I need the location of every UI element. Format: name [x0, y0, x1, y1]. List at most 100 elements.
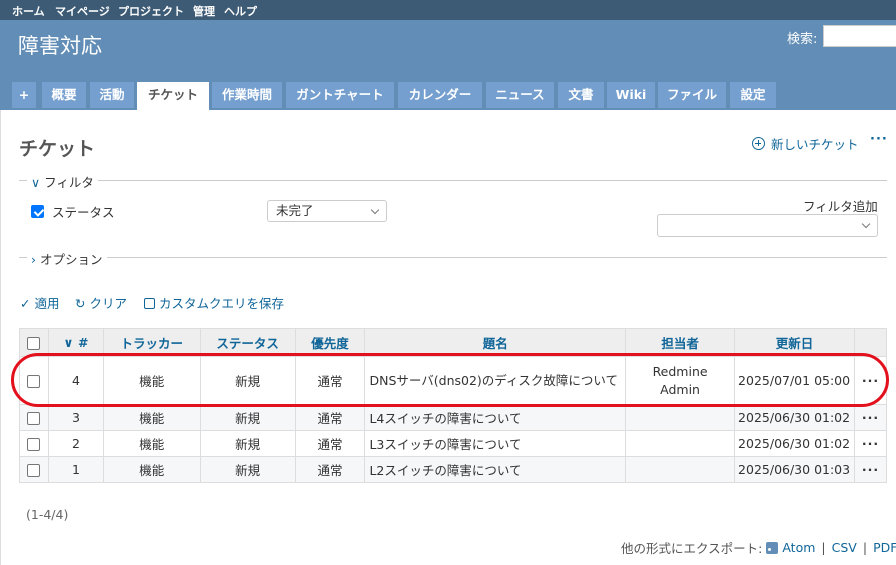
header-id[interactable]: ∨ #: [47, 328, 104, 357]
export-links: 他の形式にエクスポート: Atom | CSV | PDF: [621, 538, 896, 557]
row-more-icon[interactable]: ···: [853, 456, 888, 483]
top-menu-my-page[interactable]: マイページ: [55, 3, 110, 19]
status-filter-checkbox[interactable]: [31, 205, 44, 218]
row-assignee[interactable]: Redmine Admin: [625, 356, 736, 405]
status-filter-label: ステータス: [52, 205, 115, 220]
row-priority: 通常: [294, 356, 366, 405]
filter-divider: [19, 180, 887, 181]
export-label: 他の形式にエクスポート:: [621, 541, 763, 556]
tab-issues[interactable]: チケット: [137, 82, 209, 110]
header-status[interactable]: ステータス: [199, 328, 296, 357]
tab-gantt[interactable]: ガントチャート: [286, 82, 394, 108]
add-filter-select[interactable]: [657, 214, 878, 237]
chevron-right-icon: ›: [31, 252, 36, 267]
apply-label: 適用: [34, 296, 60, 311]
row-checkbox-cell: [19, 456, 49, 483]
main-content: チケット 新しいチケット ··· ∨ フィルタ ステータス 未完了 フィルタ追加 …: [0, 110, 896, 565]
sort-chevron-icon: ∨: [63, 335, 74, 350]
row-more-icon[interactable]: ···: [853, 430, 888, 457]
header-id-label: #: [77, 335, 89, 350]
top-menu-projects[interactable]: プロジェクト: [118, 3, 184, 19]
row-checkbox-cell: [19, 430, 49, 457]
export-separator: |: [862, 540, 868, 555]
row-checkbox[interactable]: [27, 412, 41, 425]
tab-calendar[interactable]: カレンダー: [398, 82, 482, 108]
row-priority: 通常: [294, 430, 366, 457]
row-status: 新規: [199, 404, 296, 431]
row-checkbox-cell: [19, 356, 49, 405]
row-checkbox[interactable]: [27, 464, 41, 477]
tab-activity[interactable]: 活動: [90, 82, 134, 108]
top-menu: ホーム マイページ プロジェクト 管理 ヘルプ: [0, 0, 896, 20]
filter-legend[interactable]: ∨ フィルタ: [27, 172, 98, 191]
status-operator-select[interactable]: 未完了: [267, 200, 387, 222]
row-assignee[interactable]: [625, 430, 736, 457]
row-subject[interactable]: DNSサーバ(dns02)のディスク故障について: [364, 356, 627, 405]
row-updated: 2025/06/30 01:02: [734, 404, 855, 431]
row-id[interactable]: 1: [47, 456, 104, 483]
top-menu-admin[interactable]: 管理: [193, 3, 215, 19]
row-tracker: 機能: [102, 456, 201, 483]
new-issue-link[interactable]: 新しいチケット: [752, 134, 859, 153]
row-more-icon[interactable]: ···: [853, 404, 888, 431]
header-assignee[interactable]: 担当者: [625, 328, 736, 357]
row-updated: 2025/07/01 05:00: [734, 356, 855, 405]
export-separator: |: [821, 540, 826, 555]
save-query-button[interactable]: カスタムクエリを保存: [144, 293, 284, 312]
select-all-checkbox[interactable]: [27, 337, 41, 350]
top-menu-help[interactable]: ヘルプ: [224, 3, 257, 19]
row-assignee[interactable]: [625, 404, 736, 431]
issues-table: ∨ # トラッカー ステータス 優先度 題名 担当者 更新日 4 機能 新規 通…: [19, 328, 888, 483]
row-subject[interactable]: L3スイッチの障害について: [364, 430, 627, 457]
search-input[interactable]: [823, 25, 896, 47]
row-id[interactable]: 4: [47, 356, 104, 405]
header-subject[interactable]: 題名: [364, 328, 627, 357]
row-more-icon[interactable]: ···: [853, 356, 888, 405]
tab-documents[interactable]: 文書: [558, 82, 604, 108]
tab-time-entries[interactable]: 作業時間: [212, 82, 282, 108]
tab-overview[interactable]: 概要: [42, 82, 86, 108]
add-filter-label: フィルタ追加: [803, 199, 878, 214]
row-priority: 通常: [294, 456, 366, 483]
tab-files[interactable]: ファイル: [658, 82, 726, 108]
table-row: 3 機能 新規 通常 L4スイッチの障害について 2025/06/30 01:0…: [19, 404, 888, 431]
row-updated: 2025/06/30 01:02: [734, 430, 855, 457]
row-checkbox[interactable]: [27, 438, 41, 451]
options-legend-label: オプション: [40, 252, 103, 267]
row-checkbox[interactable]: [27, 375, 41, 388]
page-title: チケット: [19, 138, 96, 160]
export-atom-link[interactable]: Atom: [782, 540, 815, 555]
clear-button[interactable]: ↻ クリア: [75, 293, 127, 312]
new-issue-label: 新しいチケット: [771, 137, 859, 152]
row-subject[interactable]: L2スイッチの障害について: [364, 456, 627, 483]
header-tracker[interactable]: トラッカー: [102, 328, 201, 357]
tab-wiki[interactable]: Wiki: [607, 82, 655, 108]
row-updated: 2025/06/30 01:03: [734, 456, 855, 483]
select-all-header: [19, 328, 49, 357]
table-row: 1 機能 新規 通常 L2スイッチの障害について 2025/06/30 01:0…: [19, 456, 888, 483]
row-status: 新規: [199, 456, 296, 483]
more-actions-icon[interactable]: ···: [870, 132, 888, 147]
options-legend[interactable]: › オプション: [27, 249, 107, 268]
save-query-label: カスタムクエリを保存: [158, 296, 284, 311]
row-id[interactable]: 3: [47, 404, 104, 431]
row-tracker: 機能: [102, 356, 201, 405]
status-operator-value: 未完了: [276, 203, 314, 218]
apply-button[interactable]: ✓ 適用: [20, 293, 59, 312]
chevron-down-icon: [370, 205, 380, 215]
feed-icon: [766, 541, 779, 554]
row-checkbox-cell: [19, 404, 49, 431]
table-row: 2 機能 新規 通常 L3スイッチの障害について 2025/06/30 01:0…: [19, 430, 888, 457]
header-priority[interactable]: 優先度: [294, 328, 366, 357]
row-assignee[interactable]: [625, 456, 736, 483]
chevron-down-icon: ∨: [31, 175, 41, 190]
export-csv-link[interactable]: CSV: [832, 540, 857, 555]
tab-news[interactable]: ニュース: [486, 82, 554, 108]
top-menu-home[interactable]: ホーム: [12, 3, 45, 19]
row-subject[interactable]: L4スイッチの障害について: [364, 404, 627, 431]
row-id[interactable]: 2: [47, 430, 104, 457]
tab-settings[interactable]: 設定: [730, 82, 776, 108]
export-pdf-link[interactable]: PDF: [873, 540, 896, 555]
header-updated[interactable]: 更新日: [734, 328, 855, 357]
tab-new[interactable]: +: [12, 82, 36, 108]
